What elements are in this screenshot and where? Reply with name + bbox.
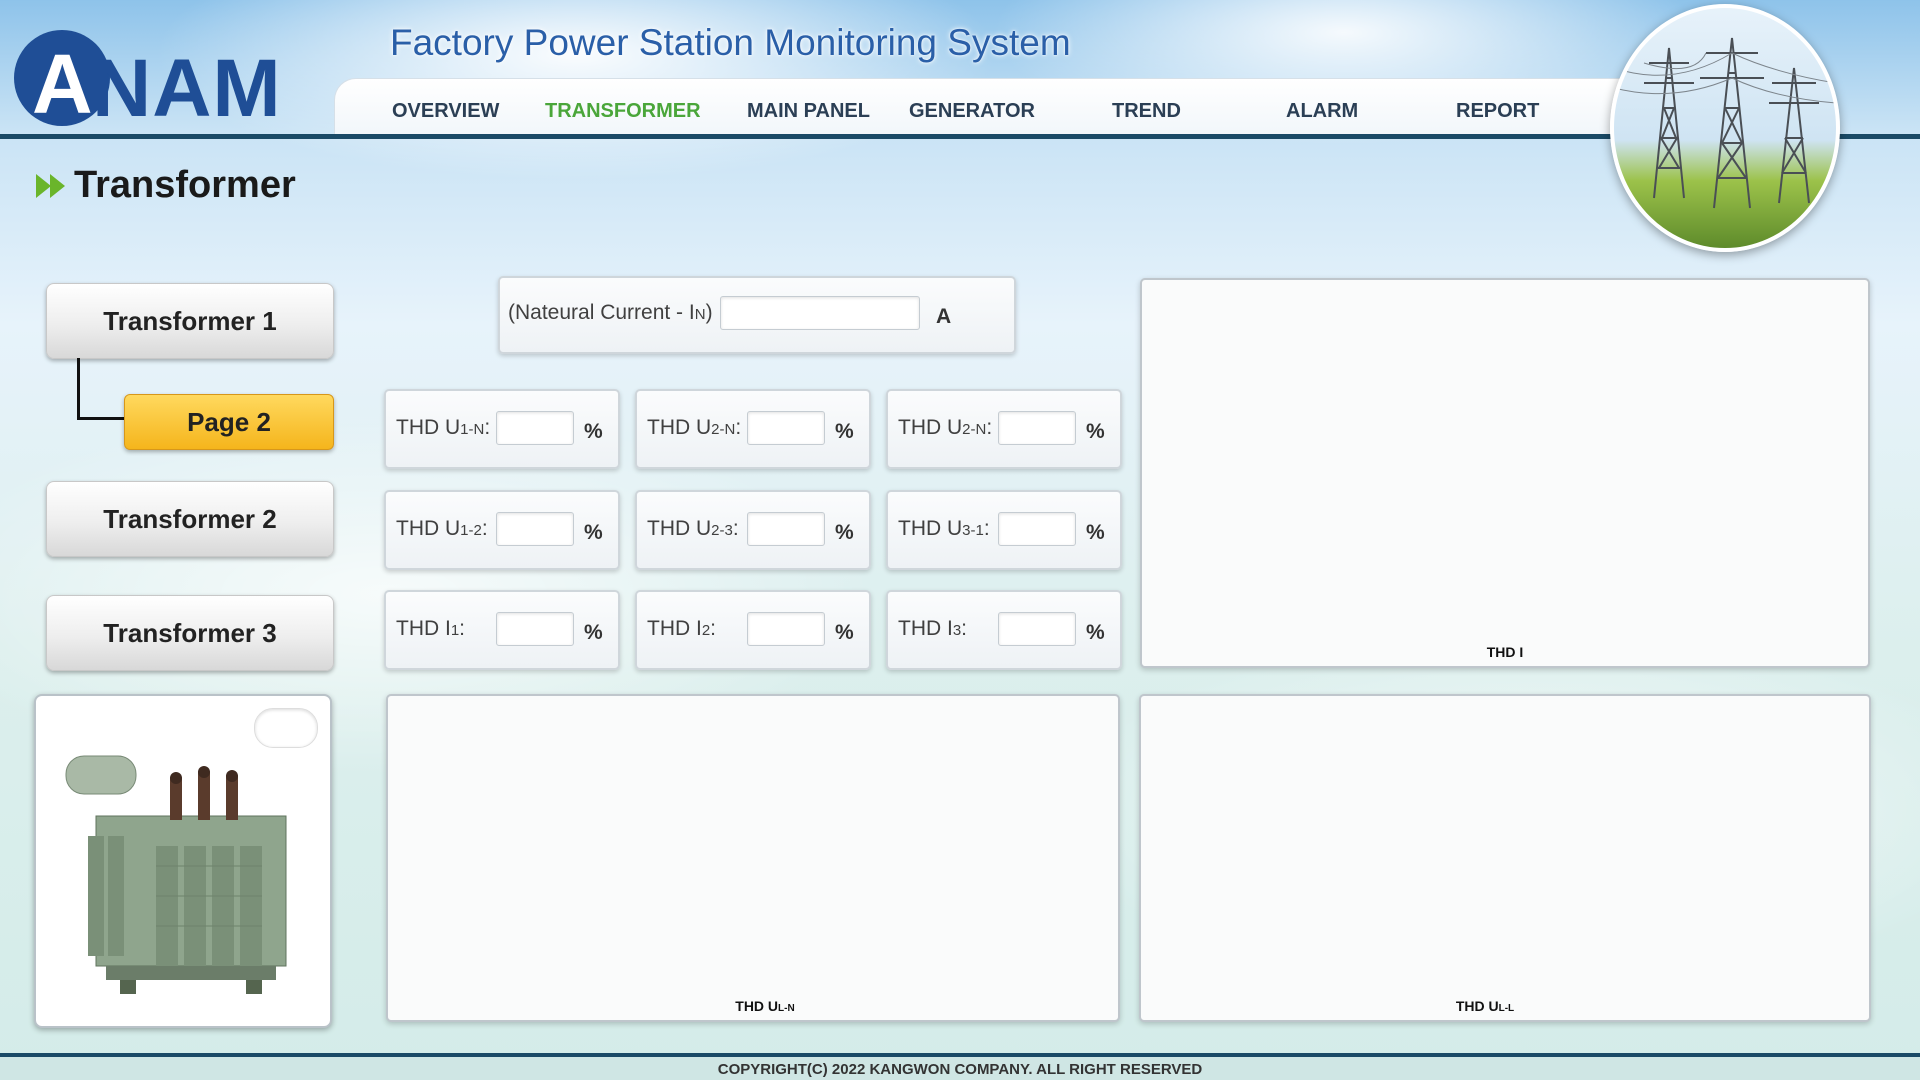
thd-u23-panel: THD U2-3: % (635, 490, 871, 570)
nav-transformer[interactable]: TRANSFORMER (545, 100, 701, 123)
thd-u2n-second-unit: % (1086, 420, 1105, 443)
double-arrow-icon (36, 172, 70, 205)
thd-u1n-input[interactable] (496, 411, 574, 445)
transformer-1-button[interactable]: Transformer 1 (46, 283, 334, 359)
thd-u31-label: THD U3-1: (898, 517, 990, 540)
nav-alarm[interactable]: ALARM (1286, 100, 1358, 123)
thd-i3-input[interactable] (998, 612, 1076, 646)
thd-u31-panel: THD U3-1: % (886, 490, 1122, 570)
thd-i2-unit: % (835, 621, 854, 644)
transformer-2-button[interactable]: Transformer 2 (46, 481, 334, 557)
page-title: Transformer (74, 164, 296, 206)
thd-i1-input[interactable] (496, 612, 574, 646)
thd-i2-panel: THD I2: % (635, 590, 871, 670)
page-2-button[interactable]: Page 2 (124, 394, 334, 450)
thd-i1-unit: % (584, 621, 603, 644)
thd-i3-panel: THD I3: % (886, 590, 1122, 670)
thd-i-chart-panel: THD I (1140, 278, 1870, 668)
thd-u2n-unit: % (835, 420, 854, 443)
brand-logo: A NAM (14, 28, 314, 134)
thd-i2-label: THD I2: (647, 617, 717, 640)
thd-u1n-label: THD U1-N: (396, 416, 491, 439)
app-title: Factory Power Station Monitoring System (390, 22, 1071, 63)
thd-i3-label: THD I3: (898, 617, 968, 640)
nav-overview[interactable]: OVERVIEW (392, 100, 499, 123)
tree-connector-horizontal (77, 417, 125, 420)
thd-ull-chart-label: THD UL-L (1455, 998, 1515, 1014)
thd-u1n-panel: THD U1-N: % (384, 389, 620, 469)
thd-u2n-input[interactable] (747, 411, 825, 445)
thd-u23-unit: % (835, 521, 854, 544)
neutral-current-panel: (Nateural Current - IN) A (498, 276, 1016, 354)
thd-uln-chart-label: THD UL-N (735, 998, 795, 1014)
nav-report[interactable]: REPORT (1456, 100, 1539, 123)
thd-u12-label: THD U1-2: (396, 517, 488, 540)
power-tower-icon (1614, 37, 1836, 209)
power-tower-image (1610, 4, 1840, 252)
nav-main-panel[interactable]: MAIN PANEL (747, 100, 870, 123)
thd-u12-panel: THD U1-2: % (384, 490, 620, 570)
thd-u1n-unit: % (584, 420, 603, 443)
thd-u23-input[interactable] (747, 512, 825, 546)
transformer-image-panel (34, 694, 332, 1028)
nav-trend[interactable]: TREND (1112, 100, 1181, 123)
thd-u12-input[interactable] (496, 512, 574, 546)
tree-connector-vertical (77, 358, 80, 420)
neutral-current-input[interactable] (720, 296, 920, 330)
neutral-current-label: (Nateural Current - IN) (508, 301, 713, 324)
logo-letter: A (32, 37, 93, 131)
thd-u31-input[interactable] (998, 512, 1076, 546)
thd-u2n-label: THD U2-N: (647, 416, 742, 439)
thd-u2n-second-input[interactable] (998, 411, 1076, 445)
main-nav: OVERVIEW TRANSFORMER MAIN PANEL GENERATO… (334, 78, 1626, 137)
thd-u2n-panel: THD U2-N: % (635, 389, 871, 469)
thd-u2n-second-panel: THD U2-N: % (886, 389, 1122, 469)
transformer-3-button[interactable]: Transformer 3 (46, 595, 334, 671)
nav-generator[interactable]: GENERATOR (909, 100, 1035, 123)
thd-i3-unit: % (1086, 621, 1105, 644)
thd-u12-unit: % (584, 521, 603, 544)
thd-i1-panel: THD I1: % (384, 590, 620, 670)
copyright-footer: COPYRIGHT(C) 2022 KANGWON COMPANY. ALL R… (717, 1061, 1203, 1078)
image-toggle-button[interactable] (254, 708, 318, 748)
thd-i-chart-label: THD I (1486, 644, 1524, 660)
thd-i1-label: THD I1: (396, 617, 466, 640)
thd-u31-unit: % (1086, 521, 1105, 544)
logo-text: NAM (92, 43, 282, 134)
thd-u2n-second-label: THD U2-N: (898, 416, 993, 439)
thd-uln-chart-panel: THD UL-N (386, 694, 1120, 1022)
thd-i2-input[interactable] (747, 612, 825, 646)
neutral-current-unit: A (936, 305, 952, 328)
thd-u23-label: THD U2-3: (647, 517, 739, 540)
thd-ull-chart-panel: THD UL-L (1139, 694, 1871, 1022)
